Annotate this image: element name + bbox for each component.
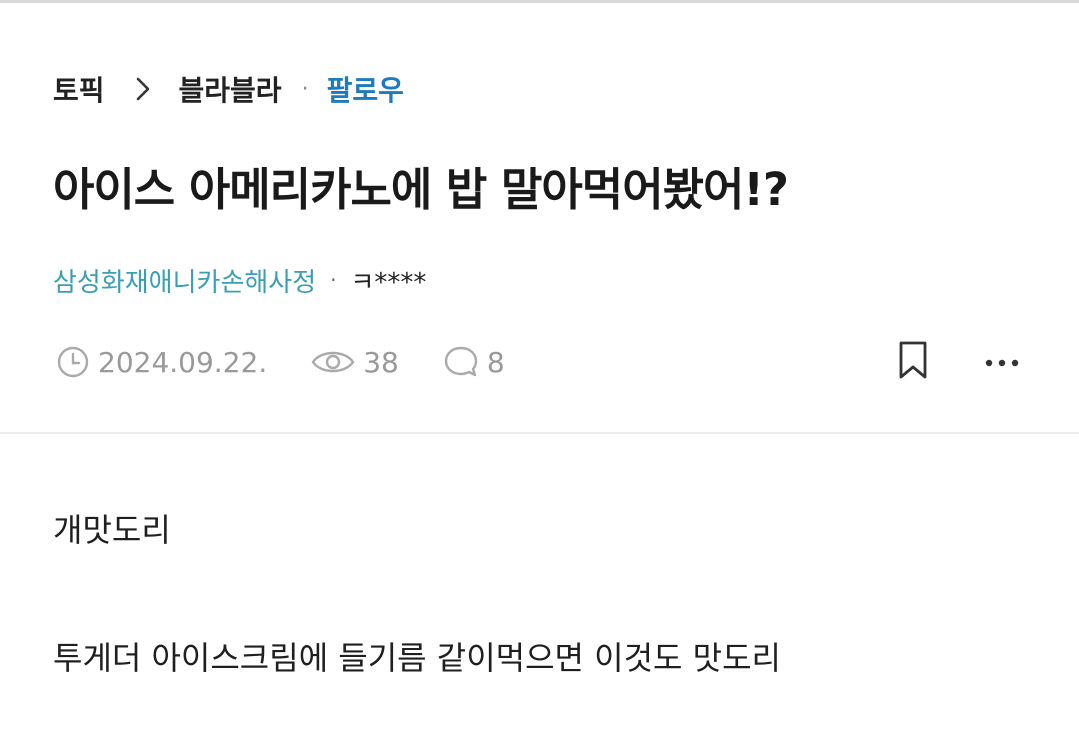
bookmark-button[interactable] [893, 340, 933, 384]
more-dots-icon [985, 353, 1019, 372]
breadcrumb-board[interactable]: 블라블라 [179, 69, 282, 109]
author-separator: · [330, 268, 337, 292]
author-company[interactable]: 삼성화재애니카손해사정 [53, 262, 316, 299]
more-options-button[interactable] [980, 340, 1024, 384]
comment-bubble-icon [443, 344, 479, 380]
eye-icon [311, 347, 355, 377]
post-title: 아이스 아메리카노에 밥 말아먹어봤어!? [53, 163, 789, 216]
author-nickname: ㅋ**** [350, 267, 427, 298]
clock-icon [56, 345, 90, 379]
post-meta: 2024.09.22. 38 8 [56, 340, 549, 384]
chevron-right-icon [133, 75, 153, 103]
post-comments: 8 [486, 345, 505, 379]
post-views: 38 [363, 345, 399, 379]
post-body-line: 개맛도리 [53, 511, 171, 549]
post-comments-group[interactable]: 8 [443, 344, 505, 380]
top-border [0, 0, 1079, 3]
breadcrumb: 토픽 블라블라 · 팔로우 [53, 68, 404, 110]
post-date: 2024.09.22. [98, 345, 268, 379]
post-views-group: 38 [311, 346, 399, 379]
follow-button[interactable]: 팔로우 [327, 69, 404, 109]
breadcrumb-topic[interactable]: 토픽 [53, 69, 105, 109]
post-date-group: 2024.09.22. [56, 345, 267, 379]
author-line: 삼성화재애니카손해사정 · ㅋ**** [53, 260, 426, 300]
bookmark-icon [897, 340, 929, 384]
post-body-line: 투게더 아이스크림에 들기름 같이먹으면 이것도 맛도리 [53, 639, 781, 677]
breadcrumb-separator: · [301, 76, 309, 102]
divider [0, 432, 1079, 434]
